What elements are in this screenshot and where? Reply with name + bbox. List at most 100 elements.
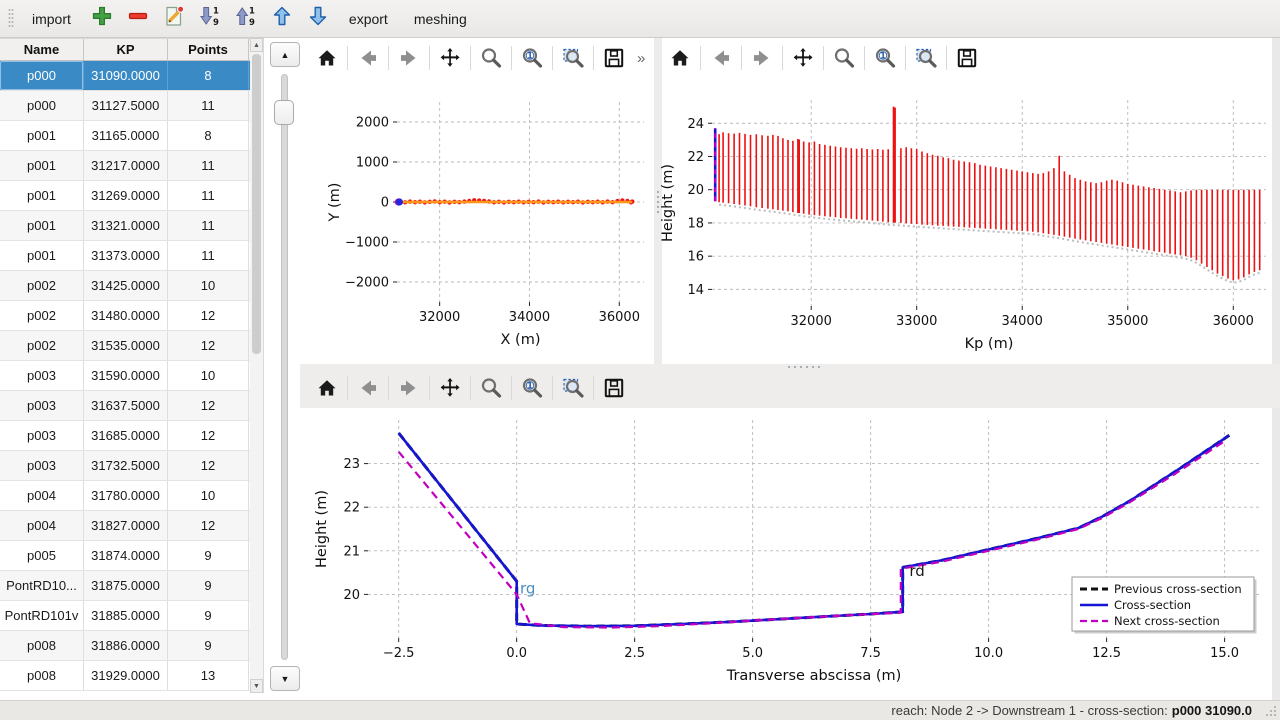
cell-name[interactable]: p008 — [0, 661, 84, 690]
cell-kp[interactable]: 31165.0000 — [84, 121, 168, 150]
cell-name[interactable]: p002 — [0, 301, 84, 330]
cell-points[interactable]: 12 — [168, 511, 249, 540]
table-row[interactable]: PontRD10...31875.00009 — [0, 571, 250, 601]
home-icon[interactable] — [312, 43, 342, 73]
cell-name[interactable]: PontRD10... — [0, 571, 84, 600]
zoom-one-icon[interactable]: 1 — [517, 373, 547, 403]
pan-icon[interactable] — [435, 43, 465, 73]
cell-name[interactable]: p005 — [0, 541, 84, 570]
sort-ascending-button[interactable]: 19 — [231, 4, 261, 34]
table-row[interactable]: p00431780.000010 — [0, 481, 250, 511]
cell-kp[interactable]: 31732.5000 — [84, 451, 168, 480]
zoom-icon[interactable] — [476, 43, 506, 73]
cell-points[interactable]: 11 — [168, 211, 249, 240]
table-row[interactable]: p00131269.000011 — [0, 181, 250, 211]
cell-points[interactable]: 10 — [168, 361, 249, 390]
cell-name[interactable]: p003 — [0, 451, 84, 480]
column-header-name[interactable]: Name — [0, 39, 84, 60]
table-row[interactable]: p00031127.500011 — [0, 91, 250, 121]
cell-name[interactable]: p004 — [0, 481, 84, 510]
cell-points[interactable]: 10 — [168, 481, 249, 510]
cell-kp[interactable]: 31217.0000 — [84, 151, 168, 180]
back-icon[interactable] — [353, 43, 383, 73]
table-scrollbar-thumb[interactable] — [252, 54, 261, 354]
cell-name[interactable]: PontRD101v — [0, 601, 84, 630]
cell-points[interactable]: 12 — [168, 391, 249, 420]
table-row[interactable]: p00231425.000010 — [0, 271, 250, 301]
pan-icon[interactable] — [788, 43, 818, 73]
save-icon[interactable] — [599, 43, 629, 73]
table-row[interactable]: PontRD101v31885.00009 — [0, 601, 250, 631]
remove-section-button[interactable] — [123, 4, 153, 34]
scroll-down-arrow-icon[interactable]: ▼ — [250, 679, 263, 693]
section-prev-button[interactable]: ▲ — [270, 42, 300, 67]
zoom-rect-icon[interactable] — [558, 373, 588, 403]
cell-kp[interactable]: 31780.0000 — [84, 481, 168, 510]
cell-points[interactable]: 10 — [168, 271, 249, 300]
home-icon[interactable] — [665, 43, 695, 73]
forward-icon[interactable] — [394, 43, 424, 73]
cell-name[interactable]: p001 — [0, 151, 84, 180]
cell-kp[interactable]: 31127.5000 — [84, 91, 168, 120]
zoom-icon[interactable] — [829, 43, 859, 73]
cell-kp[interactable]: 31590.0000 — [84, 361, 168, 390]
import-button[interactable]: import — [22, 6, 81, 32]
resize-grip-icon[interactable] — [1265, 705, 1277, 717]
table-row[interactable]: p00231480.000012 — [0, 301, 250, 331]
cell-points[interactable]: 8 — [168, 61, 249, 90]
cell-name[interactable]: p001 — [0, 241, 84, 270]
back-icon[interactable] — [353, 373, 383, 403]
cell-points[interactable]: 9 — [168, 601, 249, 630]
table-row[interactable]: p00831886.00009 — [0, 631, 250, 661]
sort-descending-button[interactable]: 19 — [195, 4, 225, 34]
toolbar-drag-handle[interactable] — [6, 6, 16, 32]
cell-name[interactable]: p003 — [0, 421, 84, 450]
cell-kp[interactable]: 31875.0000 — [84, 571, 168, 600]
table-row[interactable]: p00231535.000012 — [0, 331, 250, 361]
cell-kp[interactable]: 31269.0000 — [84, 181, 168, 210]
cell-points[interactable]: 8 — [168, 121, 249, 150]
cell-points[interactable]: 12 — [168, 451, 249, 480]
table-row[interactable]: p00131321.000011 — [0, 211, 250, 241]
move-down-button[interactable] — [303, 4, 333, 34]
pan-icon[interactable] — [435, 373, 465, 403]
cell-points[interactable]: 11 — [168, 91, 249, 120]
export-button[interactable]: export — [339, 6, 398, 32]
section-next-button[interactable]: ▼ — [270, 666, 300, 691]
zoom-rect-icon[interactable] — [911, 43, 941, 73]
add-section-button[interactable] — [87, 4, 117, 34]
home-icon[interactable] — [312, 373, 342, 403]
table-row[interactable]: p00331637.500012 — [0, 391, 250, 421]
table-row[interactable]: p00831929.000013 — [0, 661, 250, 691]
meshing-button[interactable]: meshing — [404, 6, 477, 32]
cell-name[interactable]: p003 — [0, 391, 84, 420]
cell-kp[interactable]: 31874.0000 — [84, 541, 168, 570]
table-row[interactable]: p00031090.00008 — [0, 61, 250, 91]
section-slider-thumb[interactable] — [274, 100, 294, 125]
cell-name[interactable]: p000 — [0, 61, 84, 90]
cell-points[interactable]: 9 — [168, 631, 249, 660]
cell-kp[interactable]: 31637.5000 — [84, 391, 168, 420]
cell-name[interactable]: p003 — [0, 361, 84, 390]
cell-name[interactable]: p004 — [0, 511, 84, 540]
edit-section-button[interactable] — [159, 4, 189, 34]
table-row[interactable]: p00131373.000011 — [0, 241, 250, 271]
move-up-button[interactable] — [267, 4, 297, 34]
table-row[interactable]: p00431827.000012 — [0, 511, 250, 541]
cell-name[interactable]: p008 — [0, 631, 84, 660]
back-icon[interactable] — [706, 43, 736, 73]
cell-points[interactable]: 11 — [168, 151, 249, 180]
save-icon[interactable] — [952, 43, 982, 73]
table-row[interactable]: p00531874.00009 — [0, 541, 250, 571]
cell-kp[interactable]: 31373.0000 — [84, 241, 168, 270]
cell-points[interactable]: 11 — [168, 181, 249, 210]
cell-points[interactable]: 11 — [168, 241, 249, 270]
cell-name[interactable]: p000 — [0, 91, 84, 120]
longitudinal-profile-plot[interactable]: 3200033000340003500036000141618202224Kp … — [660, 86, 1272, 368]
table-row[interactable]: p00331732.500012 — [0, 451, 250, 481]
section-slider-track[interactable] — [281, 74, 288, 660]
table-scrollbar[interactable]: ▲ ▼ — [250, 38, 264, 693]
forward-icon[interactable] — [747, 43, 777, 73]
cell-points[interactable]: 12 — [168, 421, 249, 450]
zoom-rect-icon[interactable] — [558, 43, 588, 73]
